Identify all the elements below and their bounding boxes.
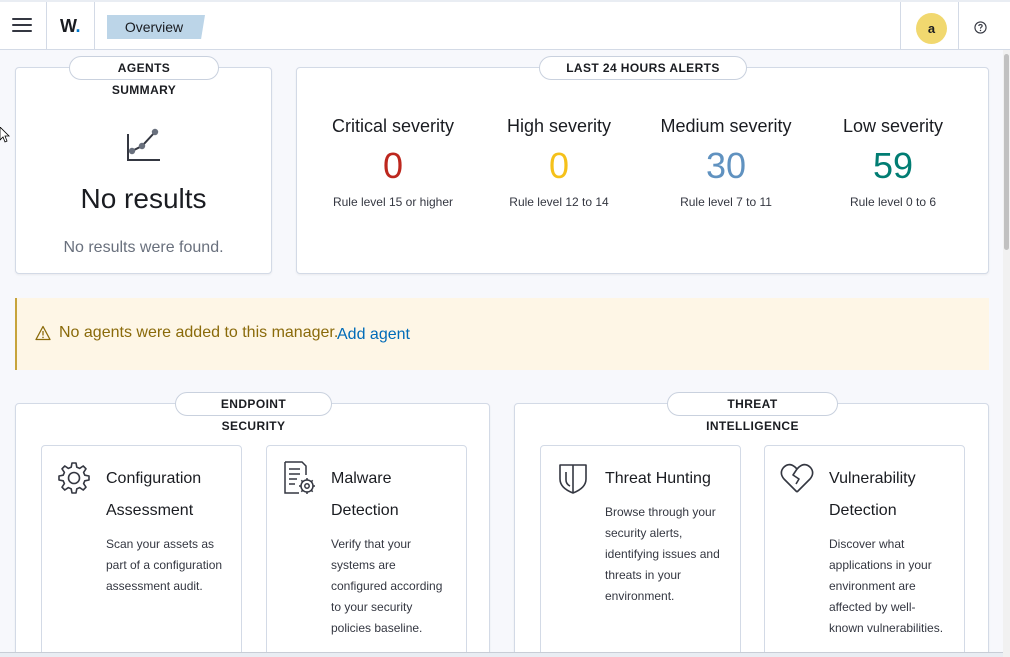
heart-broken-icon <box>780 463 814 493</box>
breadcrumb-overview[interactable]: Overview <box>107 15 205 39</box>
stat-label: Critical severity <box>331 116 455 136</box>
stat-description: Rule level 0 to 6 <box>849 195 937 209</box>
card-title-line: Assessment <box>106 502 194 519</box>
card-vulnerability-detection[interactable]: Vulnerability Detection Discover what app… <box>764 445 965 657</box>
card-desc-line: systems are <box>331 558 396 572</box>
card-desc-line: affected by well- <box>829 600 916 614</box>
card-desc-line: known vulnerabilities. <box>829 621 944 635</box>
card-desc-line: identifying issues and <box>605 547 720 561</box>
card-threat-hunting[interactable]: Threat Hunting Browse through your secur… <box>540 445 741 657</box>
threat-intelligence-panel: THREAT INTELLIGENCE Threat Hunting Brows… <box>514 392 989 657</box>
card-title-line: Malware <box>331 470 392 487</box>
stat-label: Low severity <box>842 116 944 136</box>
gear-icon <box>58 462 90 494</box>
logo-text: W <box>60 16 76 36</box>
card-description: Verify that your systems are configured … <box>331 534 461 639</box>
stat-high[interactable]: High severity 0 Rule level 12 to 14 <box>474 116 644 209</box>
stat-low[interactable]: Low severity 59 Rule level 0 to 6 <box>808 116 978 209</box>
app-logo[interactable]: W. <box>60 16 80 37</box>
callout-message: No agents were added to this manager. <box>59 324 339 341</box>
stat-description: Rule level 12 to 14 <box>509 195 609 209</box>
card-configuration-assessment[interactable]: Configuration Assessment Scan your assets… <box>41 445 242 657</box>
agents-summary-title: AGENTS SUMMARY <box>69 56 219 97</box>
card-description: Discover what applications in your envir… <box>829 534 959 639</box>
header-divider <box>958 2 959 50</box>
alerts-title: LAST 24 HOURS ALERTS <box>539 56 747 80</box>
card-title-line: Vulnerability <box>829 470 916 487</box>
card-description: Scan your assets as part of a configurat… <box>106 534 236 597</box>
card-title-line: Detection <box>331 502 399 519</box>
card-desc-line: part of a configuration <box>106 558 223 572</box>
stat-label: High severity <box>506 116 612 136</box>
card-title[interactable]: Configuration Assessment <box>106 463 236 527</box>
scrollbar-thumb[interactable] <box>1004 54 1009 250</box>
stat-value[interactable]: 30 <box>641 146 811 186</box>
card-desc-line: environment. <box>605 589 675 603</box>
chart-line-icon <box>127 128 160 161</box>
document-gear-icon <box>284 461 315 494</box>
header-divider <box>94 2 95 50</box>
card-desc-line: Verify that your <box>331 537 412 551</box>
stat-value[interactable]: 0 <box>308 146 478 186</box>
endpoint-security-panel: ENDPOINT SECURITY Configuration Assessmen… <box>15 392 490 657</box>
card-desc-line: applications in your <box>829 558 932 572</box>
mouse-cursor-icon <box>0 127 10 143</box>
endpoint-security-title: ENDPOINT SECURITY <box>175 392 332 433</box>
stat-label: Medium severity <box>660 116 792 136</box>
hamburger-icon[interactable] <box>12 18 32 34</box>
top-header: W. Overview a <box>0 0 1010 50</box>
stat-value[interactable]: 59 <box>808 146 978 186</box>
stat-value[interactable]: 0 <box>474 146 644 186</box>
no-results-message: No results were found. <box>63 239 224 256</box>
stat-medium[interactable]: Medium severity 30 Rule level 7 to 11 <box>641 116 811 209</box>
card-desc-line: policies baseline. <box>331 621 423 635</box>
card-desc-line: Browse through your <box>605 505 716 519</box>
header-divider <box>46 2 47 50</box>
card-desc-line: to your security <box>331 600 413 614</box>
header-divider <box>900 2 901 50</box>
agents-summary-panel: AGENTS SUMMARY No results No results wer… <box>15 56 272 274</box>
shield-icon <box>559 464 587 494</box>
card-desc-line: configured according <box>331 579 443 593</box>
no-agents-callout: No agents were added to this manager. Ad… <box>15 298 989 370</box>
card-title[interactable]: Threat Hunting <box>605 463 735 495</box>
card-title[interactable]: Malware Detection <box>331 463 461 527</box>
stat-description: Rule level 15 or higher <box>332 195 454 209</box>
logo-dot: . <box>75 16 81 36</box>
bottom-edge <box>0 652 1003 657</box>
card-title[interactable]: Vulnerability Detection <box>829 463 959 527</box>
card-title-line: Detection <box>829 502 897 519</box>
card-description: Browse through your security alerts, ide… <box>605 502 735 607</box>
card-title-line: Configuration <box>106 470 202 487</box>
card-desc-line: threats in your <box>605 568 682 582</box>
card-malware-detection[interactable]: Malware Detection Verify that your system… <box>266 445 467 657</box>
threat-intelligence-title: THREAT INTELLIGENCE <box>667 392 838 433</box>
stat-description: Rule level 7 to 11 <box>680 195 772 209</box>
vertical-scrollbar[interactable] <box>1003 50 1010 657</box>
card-desc-line: Discover what <box>829 537 905 551</box>
help-icon[interactable] <box>974 21 987 34</box>
stat-critical[interactable]: Critical severity 0 Rule level 15 or hig… <box>308 116 478 209</box>
warning-icon <box>35 325 51 341</box>
card-desc-line: security alerts, <box>605 526 683 540</box>
card-desc-line: assessment audit. <box>106 579 203 593</box>
add-agent-link[interactable]: Add agent <box>337 326 410 344</box>
user-avatar[interactable]: a <box>916 13 947 44</box>
no-results-heading: No results <box>80 183 207 214</box>
card-desc-line: Scan your assets as <box>106 537 215 551</box>
alerts-panel: LAST 24 HOURS ALERTS Critical severity 0… <box>296 56 989 274</box>
card-desc-line: environment are <box>829 579 916 593</box>
